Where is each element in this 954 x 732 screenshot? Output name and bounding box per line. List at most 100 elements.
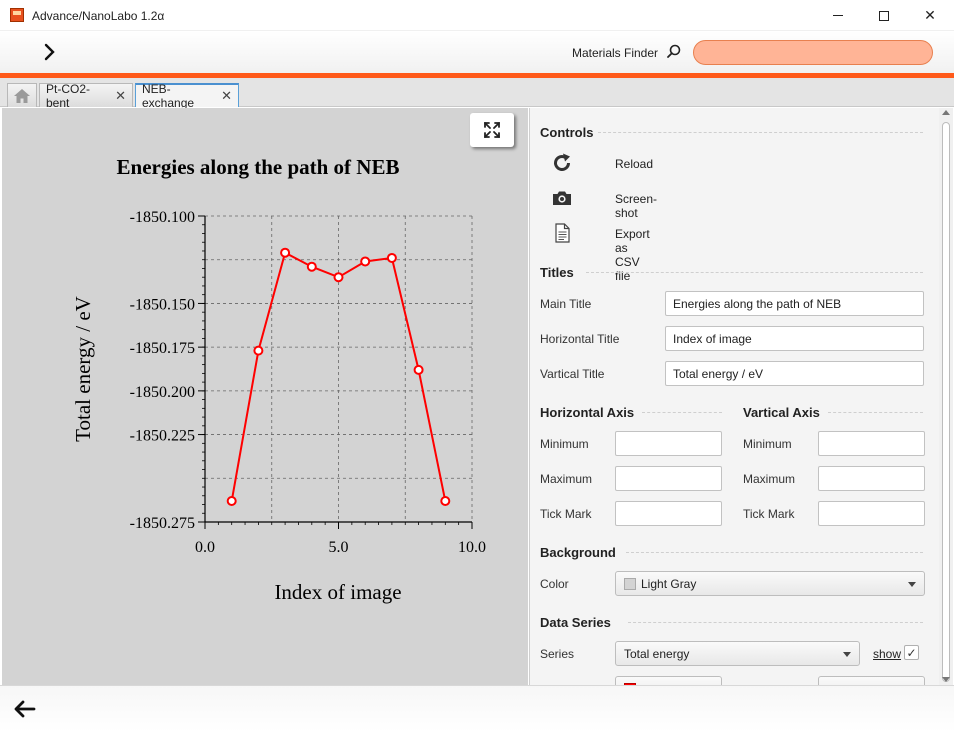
h-axis-min-input[interactable] <box>615 431 722 456</box>
background-color-label: Color <box>540 577 569 591</box>
reload-label: Reload <box>615 157 654 171</box>
horizontal-axis-heading: Horizontal Axis <box>540 405 635 420</box>
chevron-down-icon <box>908 582 916 587</box>
chart-panel: Energies along the path of NEB Index of … <box>2 108 528 685</box>
y-tick-label: -1850.150 <box>130 296 195 313</box>
tab-close-icon[interactable]: ✕ <box>115 88 126 104</box>
section-divider <box>598 132 923 133</box>
minimize-button[interactable] <box>815 0 861 31</box>
close-button[interactable]: ✕ <box>907 0 953 31</box>
window-title: Advance/NanoLabo 1.2α <box>32 9 165 23</box>
background-heading: Background <box>540 545 616 560</box>
v-axis-tick-label: Tick Mark <box>743 507 795 521</box>
scroll-thumb[interactable] <box>942 122 950 682</box>
tab-close-icon[interactable]: ✕ <box>221 88 232 104</box>
series-label: Series <box>540 647 575 661</box>
data-point <box>253 345 264 356</box>
expand-chart-button[interactable] <box>470 113 514 147</box>
chevron-right-icon <box>44 43 55 61</box>
home-icon <box>14 88 30 103</box>
horizontal-title-input[interactable] <box>665 326 924 351</box>
series-style-select[interactable] <box>818 676 925 685</box>
export-csv-label: Export as CSV file <box>615 227 650 283</box>
expand-icon <box>484 122 500 138</box>
h-axis-tick-label: Tick Mark <box>540 507 592 521</box>
main-title-input[interactable] <box>665 291 924 316</box>
tab-label: NEB-exchange <box>142 82 195 110</box>
section-divider <box>828 412 923 413</box>
data-point <box>440 496 451 507</box>
back-button[interactable] <box>12 698 38 720</box>
series-select[interactable]: Total energy <box>615 641 860 666</box>
materials-finder-input[interactable] <box>693 40 933 65</box>
chart-series <box>226 247 451 507</box>
top-toolbar: Materials Finder <box>0 31 954 73</box>
x-tick-label: 0.0 <box>195 539 215 556</box>
h-axis-max-input[interactable] <box>615 466 722 491</box>
chart-xlabel: Index of image <box>274 580 401 604</box>
titles-heading: Titles <box>540 265 574 280</box>
materials-finder-label: Materials Finder <box>572 46 659 60</box>
chart-ticks: -1850.100 -1850.150 -1850.175 -1850.200 -185… <box>130 209 486 556</box>
maximize-button[interactable] <box>861 0 907 31</box>
show-series-label[interactable]: show <box>873 647 901 661</box>
chevron-down-icon <box>843 652 851 657</box>
tab-home[interactable] <box>7 83 37 107</box>
y-tick-label: -1850.175 <box>130 340 195 357</box>
v-axis-min-input[interactable] <box>818 431 925 456</box>
bottom-toolbar <box>0 685 954 732</box>
section-divider <box>586 272 923 273</box>
series-value: Total energy <box>624 646 690 661</box>
tab-neb-exchange[interactable]: NEB-exchange ✕ <box>135 82 239 110</box>
forward-button[interactable] <box>40 41 60 63</box>
energy-chart: Energies along the path of NEB Index of … <box>71 155 486 604</box>
chart-grid <box>204 215 473 523</box>
v-axis-max-input[interactable] <box>818 466 925 491</box>
vertical-title-input[interactable] <box>665 361 924 386</box>
screenshot-label: Screen-shot <box>615 192 658 220</box>
search-button[interactable] <box>666 44 682 60</box>
data-point <box>413 364 424 375</box>
vertical-axis-heading: Vartical Axis <box>743 405 820 420</box>
scroll-down-icon[interactable] <box>942 677 950 682</box>
chart-settings-panel: Controls Reload Screen-shot Export as CS… <box>529 108 939 685</box>
document-icon <box>550 221 574 245</box>
reload-button[interactable]: Reload <box>550 151 653 175</box>
chart-ylabel: Total energy / eV <box>71 296 95 442</box>
data-point <box>333 272 344 283</box>
data-series-heading: Data Series <box>540 615 611 630</box>
section-divider <box>626 552 923 553</box>
section-divider <box>628 622 923 623</box>
horizontal-title-label: Horizontal Title <box>540 332 620 346</box>
color-swatch <box>624 577 636 590</box>
v-axis-tick-input[interactable] <box>818 501 925 526</box>
background-color-value: Light Gray <box>641 576 697 591</box>
settings-scrollbar[interactable] <box>939 108 953 685</box>
section-divider <box>642 412 722 413</box>
vertical-title-label: Vartical Title <box>540 367 605 381</box>
show-series-checkbox[interactable]: ✓ <box>904 645 919 660</box>
data-point <box>226 496 237 507</box>
background-color-select[interactable]: Light Gray <box>615 571 925 596</box>
y-tick-label: -1850.275 <box>130 515 195 532</box>
close-icon: ✕ <box>924 7 936 23</box>
series-color-select[interactable] <box>615 676 722 685</box>
title-bar: Advance/NanoLabo 1.2α ✕ <box>0 0 954 31</box>
data-point <box>360 256 371 267</box>
v-axis-min-label: Minimum <box>743 437 792 451</box>
h-axis-min-label: Minimum <box>540 437 589 451</box>
x-tick-label: 5.0 <box>329 539 349 556</box>
chart-title: Energies along the path of NEB <box>117 155 400 179</box>
tab-pt-co2-bent[interactable]: Pt-CO2-bent ✕ <box>39 81 133 110</box>
scroll-up-icon[interactable] <box>942 110 950 115</box>
y-tick-label: -1850.100 <box>130 209 195 226</box>
controls-heading: Controls <box>540 125 594 140</box>
arrow-left-icon <box>14 700 36 718</box>
export-csv-button[interactable]: Export as CSV file <box>550 221 650 283</box>
tab-bar: Pt-CO2-bent ✕ NEB-exchange ✕ <box>0 78 954 110</box>
screenshot-button[interactable]: Screen-shot <box>550 186 657 220</box>
x-tick-label: 10.0 <box>458 539 486 556</box>
h-axis-tick-input[interactable] <box>615 501 722 526</box>
tab-label: Pt-CO2-bent <box>46 81 91 110</box>
data-point <box>386 252 397 263</box>
